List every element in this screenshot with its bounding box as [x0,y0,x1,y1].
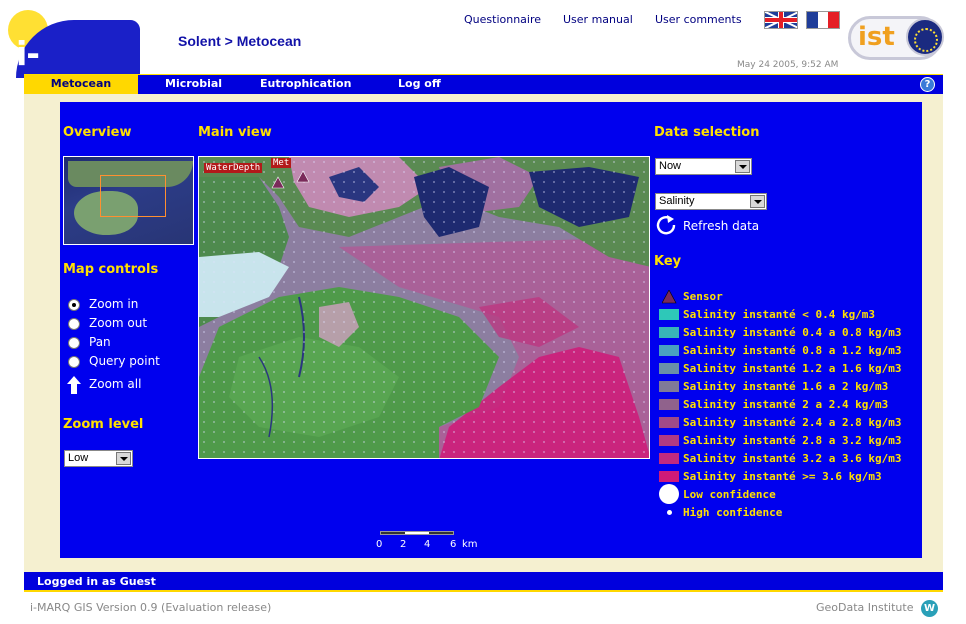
key-label: High confidence [683,506,783,519]
key-swatch [659,453,679,464]
variable-select[interactable]: Salinity [655,193,767,210]
key-label: Salinity instanté 2.4 a 2.8 kg/m3 [683,416,902,429]
breadcrumb: Solent > Metocean [178,33,302,49]
main-view-heading: Main view [198,125,272,140]
tab-eutrophication[interactable]: Eutrophication [260,75,351,95]
key-label: Low confidence [683,488,776,501]
scale-tick-2: 2 [400,539,407,550]
sensor-triangle-icon [662,290,677,304]
help-icon[interactable]: ? [920,77,935,92]
zoom-level-value: Low [68,452,89,464]
key-swatch [659,399,679,410]
key-swatch [659,327,679,338]
scale-tick-0: 0 [376,539,383,550]
key-label: Salinity instanté 1.6 a 2 kg/m3 [683,380,889,393]
version-text: i-MARQ GIS Version 0.9 (Evaluation relea… [30,601,272,614]
globe-icon [906,18,944,56]
key-swatch [659,381,679,392]
scale-tick-4: 4 [424,539,431,550]
zoom-all-arrow-icon[interactable] [67,376,81,394]
key-swatch [659,345,679,356]
main-map[interactable]: WaterDepth Met [198,156,650,459]
key-swatch [659,435,679,446]
overview-extent-box [100,175,166,217]
key-swatch [659,471,679,482]
zoom-out-radio[interactable] [68,318,80,330]
pan-radio[interactable] [68,337,80,349]
logged-in-status: Logged in as Guest [37,575,156,588]
ist-logo-text: ist [858,22,895,52]
questionnaire-link[interactable]: Questionnaire [464,13,541,26]
key-label: Salinity instanté 2.8 a 3.2 kg/m3 [683,434,902,447]
french-flag-icon[interactable] [806,11,840,29]
time-select[interactable]: Now [655,158,752,175]
key-label: Sensor [683,290,723,303]
tab-metocean[interactable]: Metocean [24,75,138,95]
key-swatch [659,417,679,428]
scale-tick-6: 6 [450,539,457,550]
data-selection-heading: Data selection [654,125,760,140]
water-depth-label: WaterDepth [204,163,263,173]
low-confidence-dot-icon [659,484,679,504]
variable-select-value: Salinity [659,195,695,207]
english-flag-icon[interactable] [764,11,798,29]
zoom-level-select[interactable]: Low [64,450,133,467]
scale-bar [380,531,454,535]
map-controls-heading: Map controls [63,262,159,277]
refresh-icon[interactable] [655,214,677,236]
geodata-institute-link[interactable]: GeoData Institute [816,601,913,614]
query-point-radio[interactable] [68,356,80,368]
key-swatch [659,309,679,320]
met-label: Met [271,158,292,168]
key-label: Salinity instanté 1.2 a 1.6 kg/m3 [683,362,902,375]
overview-map[interactable] [63,156,194,245]
high-confidence-dot-icon [667,510,672,515]
ist-logo: ist [848,12,944,64]
scale-unit: km [462,539,478,550]
zoom-all-label: Zoom all [89,377,142,391]
key-label: Salinity instanté 0.4 a 0.8 kg/m3 [683,326,902,339]
query-point-label: Query point [89,354,160,368]
main-nav: Metocean Microbial Eutrophication Log of… [24,74,943,95]
chevron-down-icon[interactable] [750,195,765,208]
datetime-stamp: May 24 2005, 9:52 AM [737,60,839,70]
overview-heading: Overview [63,125,132,140]
imarq-logo: i-MARQ [4,6,140,112]
key-label: Salinity instanté >= 3.6 kg/m3 [683,470,882,483]
user-manual-link[interactable]: User manual [563,13,633,26]
geodata-logo-icon: W [921,600,938,617]
key-label: Salinity instanté 0.8 a 1.2 kg/m3 [683,344,902,357]
zoom-in-radio[interactable] [68,299,80,311]
user-comments-link[interactable]: User comments [655,13,742,26]
tab-microbial[interactable]: Microbial [165,75,222,95]
chevron-down-icon[interactable] [735,160,750,173]
status-bar: Logged in as Guest [24,572,943,592]
key-label: Salinity instanté < 0.4 kg/m3 [683,308,876,321]
key-label: Salinity instanté 3.2 a 3.6 kg/m3 [683,452,902,465]
key-heading: Key [654,254,682,269]
time-select-value: Now [659,160,682,172]
zoom-in-label: Zoom in [89,297,139,311]
chevron-down-icon[interactable] [116,452,131,465]
tab-log-off[interactable]: Log off [398,75,441,95]
map-imagery [199,157,649,458]
zoom-level-heading: Zoom level [63,417,144,432]
key-swatch [659,363,679,374]
zoom-out-label: Zoom out [89,316,148,330]
key-label: Salinity instanté 2 a 2.4 kg/m3 [683,398,889,411]
refresh-data-link[interactable]: Refresh data [683,219,759,233]
pan-label: Pan [89,335,111,349]
